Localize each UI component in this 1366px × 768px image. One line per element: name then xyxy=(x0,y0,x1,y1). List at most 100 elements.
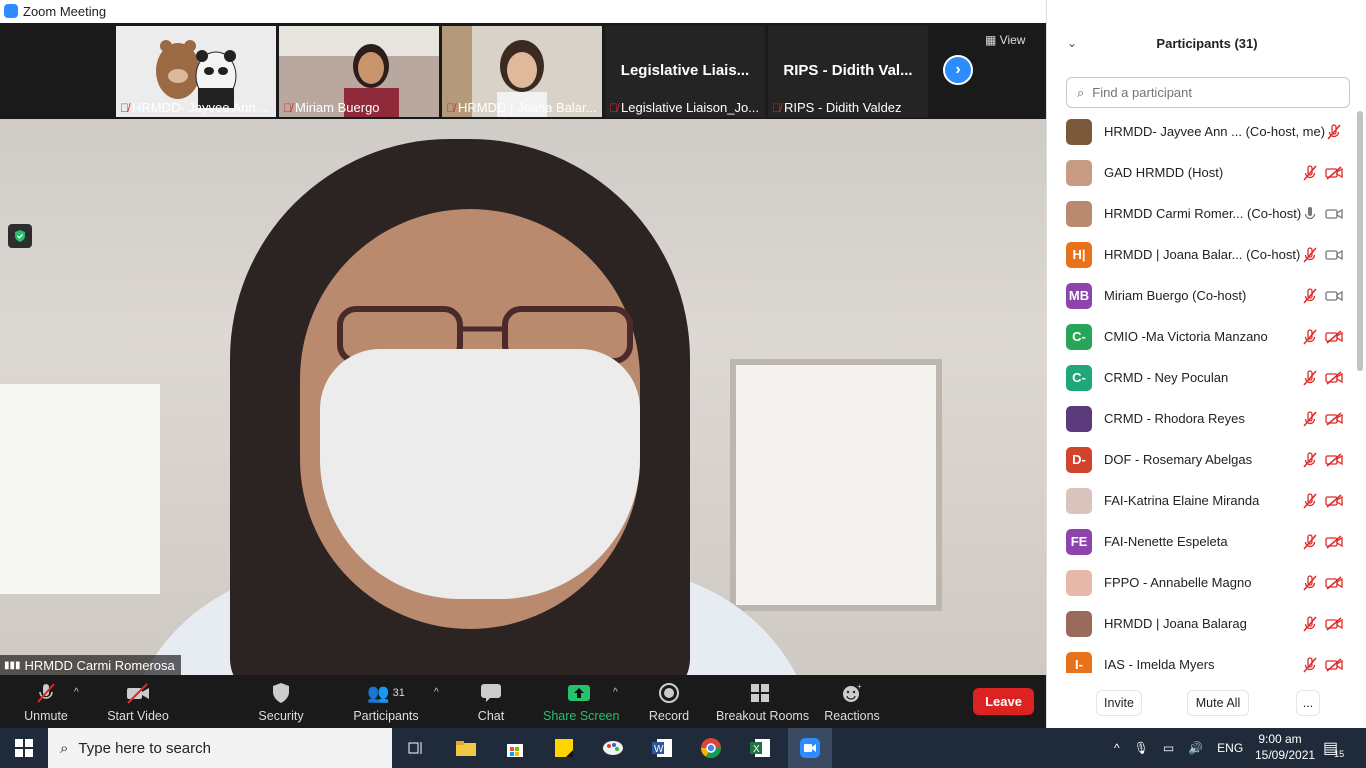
clock[interactable]: 9:00 am 15/09/2021 xyxy=(1255,731,1315,763)
task-view-icon[interactable] xyxy=(400,732,434,764)
participant-row[interactable]: I- IAS - Imelda Myers xyxy=(1047,644,1357,673)
participant-name: CMIO -Ma Victoria Manzano xyxy=(1104,329,1268,344)
volume-icon[interactable]: 🔊 xyxy=(1188,741,1203,755)
security-button[interactable]: Security xyxy=(254,681,308,723)
participant-row[interactable]: FAI-Katrina Elaine Miranda xyxy=(1047,480,1357,521)
mute-all-button[interactable]: Mute All xyxy=(1187,690,1249,716)
file-explorer-icon[interactable] xyxy=(449,732,483,764)
window-title: Zoom Meeting xyxy=(23,4,107,19)
avatar: C- xyxy=(1066,364,1092,391)
chat-button[interactable]: Chat xyxy=(474,681,508,723)
avatar xyxy=(1066,118,1092,145)
tile-name: Miriam Buergo xyxy=(295,100,380,115)
chevron-up-icon[interactable]: ^ xyxy=(1114,741,1120,755)
record-button[interactable]: Record xyxy=(648,681,690,723)
participant-scrollbar[interactable] xyxy=(1357,111,1363,371)
language-indicator[interactable]: ENG xyxy=(1217,741,1243,755)
participant-name: HRMDD Carmi Romer... (Co-host) xyxy=(1104,206,1302,221)
background-window xyxy=(0,384,160,594)
share-options-caret[interactable]: ^ xyxy=(613,687,618,698)
video-tile[interactable]: 🎙̸ Miriam Buergo xyxy=(279,26,439,117)
participants-options-caret[interactable]: ^ xyxy=(434,687,439,698)
view-button[interactable]: ▦ View xyxy=(985,33,1025,47)
video-icon xyxy=(1325,287,1343,305)
participant-row[interactable]: C- CRMD - Ney Poculan xyxy=(1047,357,1357,398)
participant-name: FPPO - Annabelle Magno xyxy=(1104,575,1252,590)
more-options-button[interactable]: ... xyxy=(1296,690,1320,716)
video-tile[interactable]: 🎙̸ HRMDD | Joana Balar... xyxy=(442,26,602,117)
participants-panel: ⌄ Participants (31) ⌕ HRMDD- Jayvee Ann … xyxy=(1046,0,1366,728)
windows-taskbar: ⌕ Type here to search W X ^ 🎙 ▭ 🔊 ENG 9:… xyxy=(0,728,1366,768)
participant-row[interactable]: HRMDD Carmi Romer... (Co-host) xyxy=(1047,193,1357,234)
taskbar-search[interactable]: ⌕ Type here to search xyxy=(48,728,392,768)
video-off-icon xyxy=(1325,451,1343,469)
word-icon[interactable]: W xyxy=(645,732,679,764)
participant-row[interactable]: C- CMIO -Ma Victoria Manzano xyxy=(1047,316,1357,357)
participant-row[interactable]: HRMDD | Joana Balarag xyxy=(1047,603,1357,644)
participant-name: Miriam Buergo (Co-host) xyxy=(1104,288,1247,303)
video-off-icon xyxy=(1325,615,1343,633)
video-off-icon xyxy=(1325,533,1343,551)
participant-name: FAI-Nenette Espeleta xyxy=(1104,534,1228,549)
invite-button[interactable]: Invite xyxy=(1096,690,1142,716)
avatar xyxy=(1066,487,1092,514)
excel-icon[interactable]: X xyxy=(743,732,777,764)
microphone-icon[interactable]: 🎙 xyxy=(1134,741,1149,755)
participants-icon: 👥 xyxy=(367,682,390,703)
notification-center-icon[interactable]: ▤ 15 xyxy=(1323,728,1344,768)
muted-mic-icon xyxy=(1325,123,1343,141)
video-off-icon xyxy=(1325,492,1343,510)
audio-options-caret[interactable]: ^ xyxy=(74,687,79,698)
video-tile[interactable]: RIPS - Didith Val... 🎙̸ RIPS - Didith Val… xyxy=(768,26,928,117)
participant-name: DOF - Rosemary Abelgas xyxy=(1104,452,1253,467)
chrome-icon[interactable] xyxy=(694,732,728,764)
avatar xyxy=(1066,610,1092,637)
video-tile[interactable]: Legislative Liais... 🎙̸ Legislative Liais… xyxy=(605,26,765,117)
participants-footer: Invite Mute All ... xyxy=(1047,688,1366,718)
muted-mic-icon xyxy=(1301,492,1319,510)
active-speaker-video: ▮▮▮ HRMDD Carmi Romerosa xyxy=(0,119,1046,675)
muted-mic-icon xyxy=(37,683,55,703)
breakout-rooms-button[interactable]: Breakout Rooms xyxy=(716,681,809,723)
start-button[interactable] xyxy=(0,728,48,768)
network-icon[interactable]: ▭ xyxy=(1163,741,1174,755)
sticky-notes-icon[interactable] xyxy=(547,732,581,764)
chat-icon xyxy=(481,684,501,702)
next-page-button[interactable]: › xyxy=(943,55,973,85)
leave-button[interactable]: Leave xyxy=(973,688,1034,715)
share-screen-button[interactable]: Share Screen xyxy=(543,681,619,723)
store-icon[interactable] xyxy=(498,732,532,764)
unmute-button[interactable]: Unmute xyxy=(20,681,72,723)
participants-button[interactable]: 👥 31 Participants xyxy=(352,681,420,724)
participant-row[interactable]: CRMD - Rhodora Reyes xyxy=(1047,398,1357,439)
muted-mic-icon: 🎙̸ xyxy=(446,100,455,115)
video-tile[interactable]: 🎙̸ HRMDD- Jayvee Ann ... xyxy=(116,26,276,117)
participant-name: IAS - Imelda Myers xyxy=(1104,657,1215,672)
paint-icon[interactable] xyxy=(596,732,630,764)
reactions-icon: + xyxy=(843,682,862,702)
participant-row[interactable]: H| HRMDD | Joana Balar... (Co-host) xyxy=(1047,234,1357,275)
mic-icon xyxy=(1301,205,1319,223)
participant-row[interactable]: D- DOF - Rosemary Abelgas xyxy=(1047,439,1357,480)
zoom-taskbar-icon[interactable] xyxy=(788,728,832,768)
avatar: FE xyxy=(1066,528,1092,555)
video-icon xyxy=(1325,205,1343,223)
muted-mic-icon xyxy=(1301,287,1319,305)
svg-text:+: + xyxy=(857,682,862,691)
muted-mic-icon xyxy=(1301,410,1319,428)
zoom-logo-icon xyxy=(4,4,18,18)
participant-row[interactable]: FE FAI-Nenette Espeleta xyxy=(1047,521,1357,562)
muted-mic-icon xyxy=(1301,164,1319,182)
participant-search[interactable]: ⌕ xyxy=(1066,77,1350,108)
participant-row[interactable]: HRMDD- Jayvee Ann ... (Co-host, me) xyxy=(1047,111,1357,152)
search-input[interactable] xyxy=(1090,84,1335,101)
breakout-rooms-icon xyxy=(751,684,769,702)
participants-count: 31 xyxy=(392,687,405,699)
avatar xyxy=(1066,200,1092,227)
start-video-button[interactable]: Start Video xyxy=(106,681,170,723)
reactions-button[interactable]: + Reactions xyxy=(824,681,880,723)
tile-name: HRMDD | Joana Balar... xyxy=(458,100,597,115)
participant-row[interactable]: MB Miriam Buergo (Co-host) xyxy=(1047,275,1357,316)
participant-row[interactable]: FPPO - Annabelle Magno xyxy=(1047,562,1357,603)
participant-row[interactable]: GAD HRMDD (Host) xyxy=(1047,152,1357,193)
